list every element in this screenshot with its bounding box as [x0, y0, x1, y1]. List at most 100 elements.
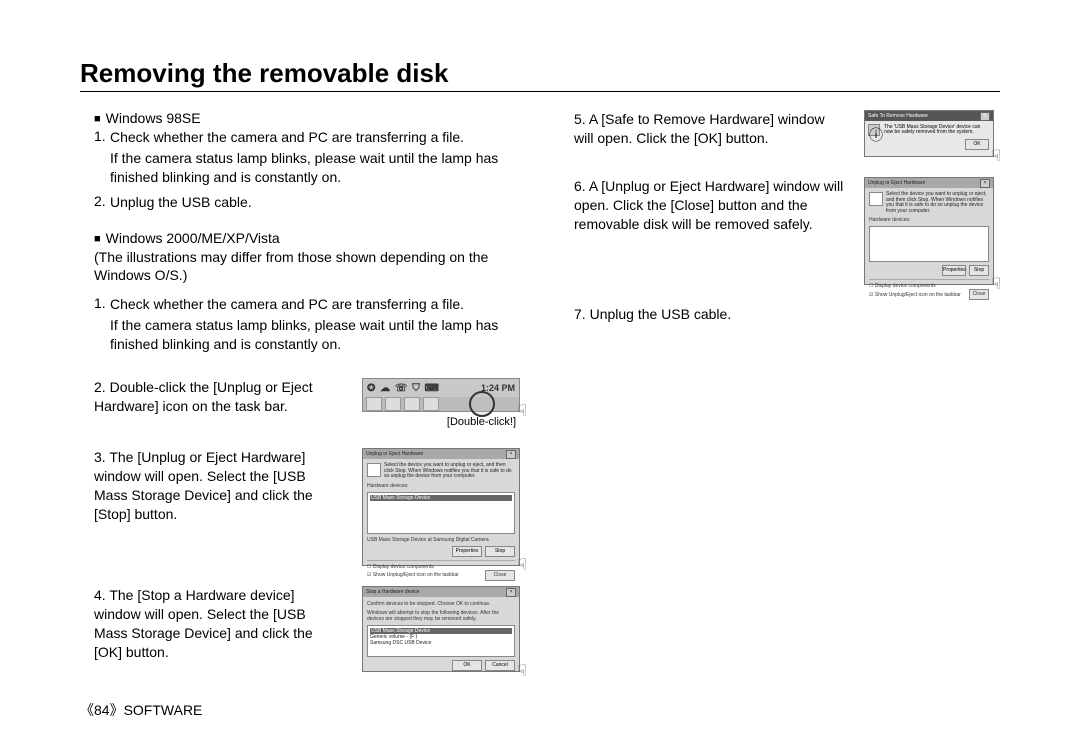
tray-icon [404, 397, 420, 411]
device-list: USB Mass Storage Device Generic volume -… [367, 625, 515, 657]
taskbar-tray-bottom [363, 397, 519, 411]
figure-caption: [Double-click!] [362, 416, 520, 428]
dialog-titlebar: Unplug or Eject Hardware × [865, 178, 993, 188]
dialog-body: Select the device you want to unplug or … [363, 459, 519, 585]
dialog-body: Select the device you want to unplug or … [865, 188, 993, 304]
dialog-titlebar: Unplug or Eject Hardware × [363, 449, 519, 459]
safe-remove-tooltip: Safe To Remove Hardware × ⓘ The 'USB Mas… [864, 110, 994, 157]
tooltip-body: ⓘ The 'USB Mass Storage Device' device c… [865, 121, 993, 139]
info-icon: ⓘ [868, 124, 880, 136]
tray-icon [366, 397, 382, 411]
step-number: 6. [574, 178, 586, 194]
list-label: Hardware devices: [869, 217, 989, 223]
close-button: Close [485, 570, 515, 581]
left-column: Windows 98SE 1. Check whether the camera… [80, 110, 520, 672]
page-title: Removing the removable disk [80, 58, 1000, 92]
device-item: Samsung DSC USB Device [370, 640, 512, 646]
close-icon: × [980, 179, 990, 188]
step-text: Unplug the USB cable. [110, 193, 520, 212]
taskbar-screenshot: ✪ ☁ ☏ ⛉ ⌨ 1:24 PM ☟ [362, 378, 520, 412]
manual-page: Removing the removable disk Windows 98SE… [0, 0, 1080, 746]
device-list: USB Mass Storage Device [367, 492, 515, 534]
step4-figure: Stop a Hardware device × Confirm devices… [362, 586, 520, 672]
step-number: 5. [574, 111, 586, 127]
dialog-title: Stop a Hardware device [366, 589, 419, 595]
stop-button: Stop [485, 546, 515, 557]
footer-section: SOFTWARE [124, 702, 203, 718]
step2-text: 2. Double-click the [Unplug or Eject Har… [80, 378, 342, 416]
device-caption: USB Mass Storage Device at Samsung Digit… [367, 537, 515, 543]
step-text: A [Safe to Remove Hardware] window will … [574, 111, 825, 146]
step-text: Double-click the [Unplug or Eject Hardwa… [94, 379, 313, 414]
dialog-title: Unplug or Eject Hardware [366, 451, 423, 457]
dialog-buttons: Properties Stop [869, 265, 989, 276]
close-icon: × [980, 112, 990, 121]
step4-row: 4. The [Stop a Hardware device] window w… [80, 586, 520, 672]
step1-note: If the camera status lamp blinks, please… [80, 316, 520, 354]
step7-row: 7. Unplug the USB cable. [560, 305, 1000, 324]
dialog-body: Confirm devices to be stopped. Choose OK… [363, 597, 519, 678]
step5-text: 5. A [Safe to Remove Hardware] window wi… [560, 110, 844, 148]
step-number: 1. [80, 128, 110, 144]
close-icon: × [506, 450, 516, 459]
checkbox-row: ☑ Show Unplug/Eject icon on the taskbar [869, 292, 961, 298]
device-list [869, 226, 989, 262]
unplug-dialog: Unplug or Eject Hardware × Select the de… [362, 448, 520, 566]
step-text: Check whether the camera and PC are tran… [110, 128, 520, 147]
step5-row: 5. A [Safe to Remove Hardware] window wi… [560, 110, 1000, 157]
content-columns: Windows 98SE 1. Check whether the camera… [80, 110, 1000, 672]
highlight-circle [469, 391, 495, 417]
pointer-icon: ☟ [991, 274, 1001, 294]
step6-figure: Unplug or Eject Hardware × Select the de… [864, 177, 994, 285]
properties-button: Properties [942, 265, 966, 276]
info-text: Confirm devices to be stopped. Choose OK… [367, 601, 515, 607]
pointer-icon: ☟ [517, 555, 527, 575]
properties-button: Properties [452, 546, 482, 557]
heading-win2000: Windows 2000/ME/XP/Vista [80, 230, 520, 246]
stop-device-dialog: Stop a Hardware device × Confirm devices… [362, 586, 520, 672]
tray-icon [423, 397, 439, 411]
dialog-footer: ☐ Display device components ☑ Show Unplu… [367, 560, 515, 581]
step-number: 4. [94, 587, 106, 603]
step-text: The [Stop a Hardware device] window will… [94, 587, 313, 660]
close-button: Close [969, 289, 989, 300]
info-text: Select the device you want to unplug or … [886, 192, 989, 214]
info-text: Select the device you want to unplug or … [384, 463, 515, 480]
step7-text: 7. Unplug the USB cable. [560, 305, 844, 324]
step-number: 7. [574, 306, 586, 322]
info-icon [869, 192, 883, 206]
info-icon [367, 463, 381, 477]
tooltip-text: The 'USB Mass Storage Device' device can… [884, 125, 990, 136]
ok-button: OK [452, 660, 482, 671]
step3-row: 3. The [Unplug or Eject Hardware] window… [80, 448, 520, 566]
stop-button: Stop [969, 265, 989, 276]
win98-step1-note: If the camera status lamp blinks, please… [80, 149, 520, 187]
os-note: (The illustrations may differ from those… [80, 248, 520, 286]
close-icon: × [506, 588, 516, 597]
win98-step2: 2. Unplug the USB cable. [80, 193, 520, 212]
pointer-icon: ☟ [991, 146, 1001, 166]
step2-figure: ✪ ☁ ☏ ⛉ ⌨ 1:24 PM ☟ [Double-click!] [362, 378, 520, 428]
step6-row: 6. A [Unplug or Eject Hardware] window w… [560, 177, 1000, 285]
cancel-button: Cancel [485, 660, 515, 671]
ok-button: OK [965, 139, 989, 150]
unplug-dialog-final: Unplug or Eject Hardware × Select the de… [864, 177, 994, 285]
checkbox-row: ☑ Show Unplug/Eject icon on the taskbar [367, 572, 459, 578]
right-column: 5. A [Safe to Remove Hardware] window wi… [560, 110, 1000, 672]
tooltip-title: Safe To Remove Hardware × [865, 111, 993, 121]
page-footer: 《84》SOFTWARE [80, 700, 202, 720]
pointer-icon: ☟ [517, 661, 527, 681]
step4-text: 4. The [Stop a Hardware device] window w… [80, 586, 342, 662]
list-label: Hardware devices: [367, 483, 515, 489]
device-item: USB Mass Storage Device [370, 495, 512, 501]
step-number: 3. [94, 449, 106, 465]
pointer-icon: ☟ [517, 401, 527, 421]
step-text: Unplug the USB cable. [590, 306, 732, 322]
tray-icon [385, 397, 401, 411]
dialog-buttons: OK Cancel [367, 660, 515, 671]
dialog-titlebar: Stop a Hardware device × [363, 587, 519, 597]
step-text: The [Unplug or Eject Hardware] window wi… [94, 449, 313, 522]
step1: 1. Check whether the camera and PC are t… [80, 295, 520, 314]
taskbar-tray-top: ✪ ☁ ☏ ⛉ ⌨ 1:24 PM [363, 379, 519, 397]
dialog-title: Unplug or Eject Hardware [868, 180, 925, 186]
